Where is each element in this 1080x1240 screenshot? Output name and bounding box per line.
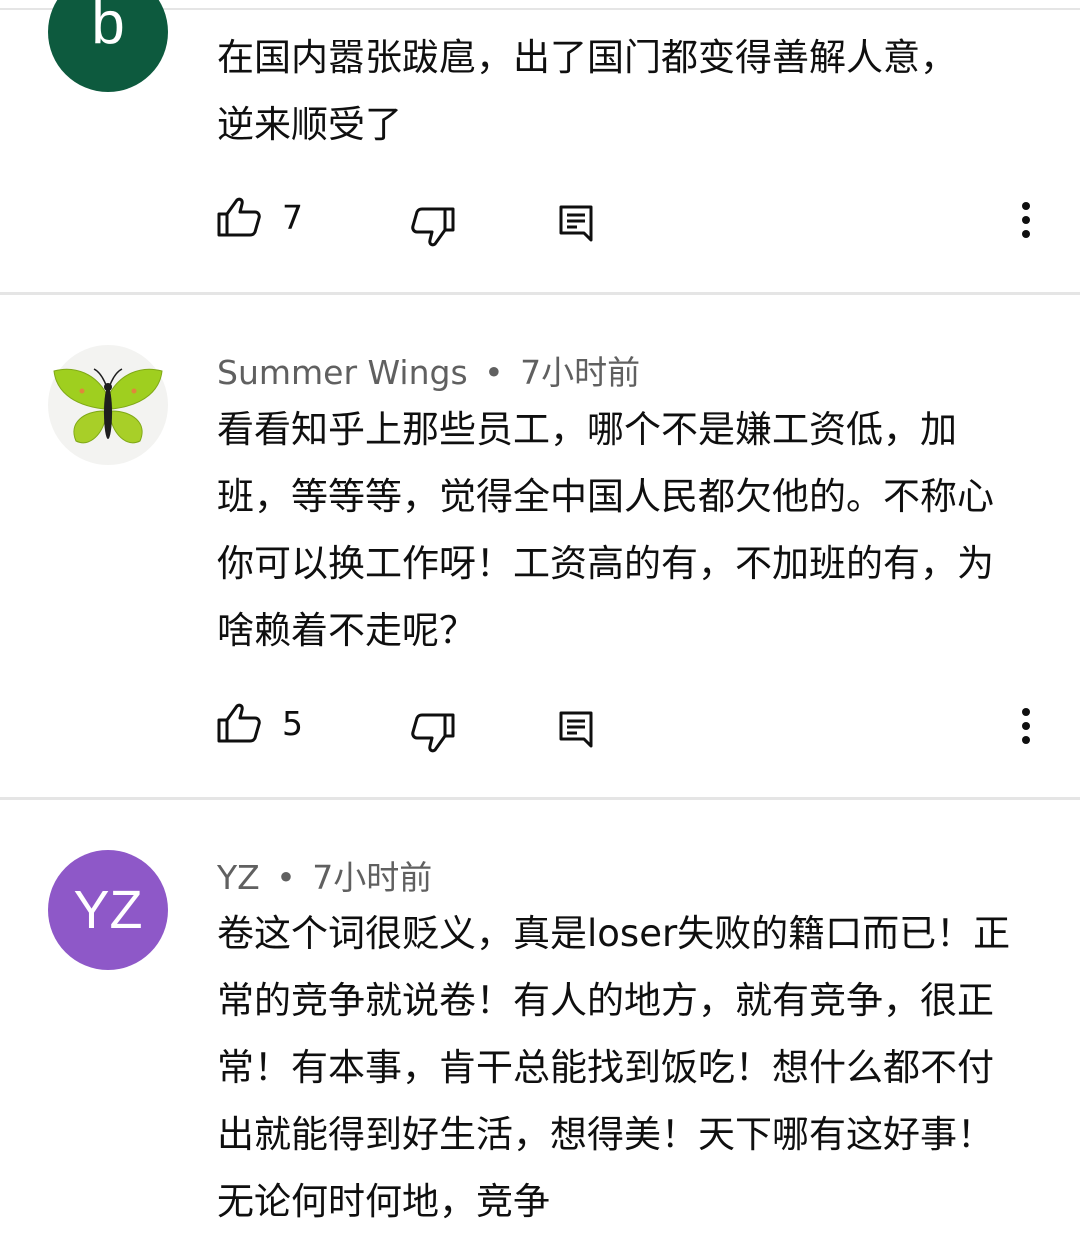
thumbs-up-icon[interactable] xyxy=(216,196,262,238)
comment-text: 卷这个词很贬义，真是loser失败的籍口而已！正常的竞争就说卷！有人的地方，就有… xyxy=(217,912,1011,1223)
comment-time: 7小时前 xyxy=(520,353,641,392)
meta-separator: • xyxy=(484,353,504,392)
comment-meta: YZ • 7小时前 xyxy=(217,851,432,899)
comment-text: 在国内嚣张跋扈，出了国门都变得善解人意，逆来顺受了 xyxy=(217,36,957,146)
avatar-letter: YZ xyxy=(73,880,143,940)
author-name[interactable]: YZ xyxy=(217,858,260,897)
like-count: 5 xyxy=(282,704,303,743)
avatar[interactable]: YZ xyxy=(48,850,168,970)
author-name[interactable]: Summer Wings xyxy=(217,353,468,392)
more-options-icon[interactable] xyxy=(1016,202,1036,242)
comment-text: 看看知乎上那些员工，哪个不是嫌工资低，加班，等等等，觉得全中国人民都欠他的。不称… xyxy=(217,408,994,652)
comment-actions: 5 xyxy=(0,696,1080,756)
avatar[interactable]: b xyxy=(48,0,168,92)
comment-actions: 7 xyxy=(0,190,1080,250)
thumbs-down-icon[interactable] xyxy=(410,712,456,754)
like-count: 7 xyxy=(282,198,303,237)
comment-time: 7小时前 xyxy=(312,858,433,897)
butterfly-avatar[interactable] xyxy=(48,345,168,465)
meta-separator: • xyxy=(276,858,296,897)
thumbs-down-icon[interactable] xyxy=(410,206,456,248)
avatar-letter: b xyxy=(91,0,125,56)
comment-divider xyxy=(0,797,1080,800)
butterfly-icon xyxy=(53,368,163,444)
thumbs-up-icon[interactable] xyxy=(216,702,262,744)
comment-divider xyxy=(0,292,1080,295)
comment-meta: Summer Wings • 7小时前 xyxy=(217,346,640,394)
more-options-icon[interactable] xyxy=(1016,708,1036,748)
reply-icon[interactable] xyxy=(558,204,594,244)
reply-icon[interactable] xyxy=(558,710,594,750)
